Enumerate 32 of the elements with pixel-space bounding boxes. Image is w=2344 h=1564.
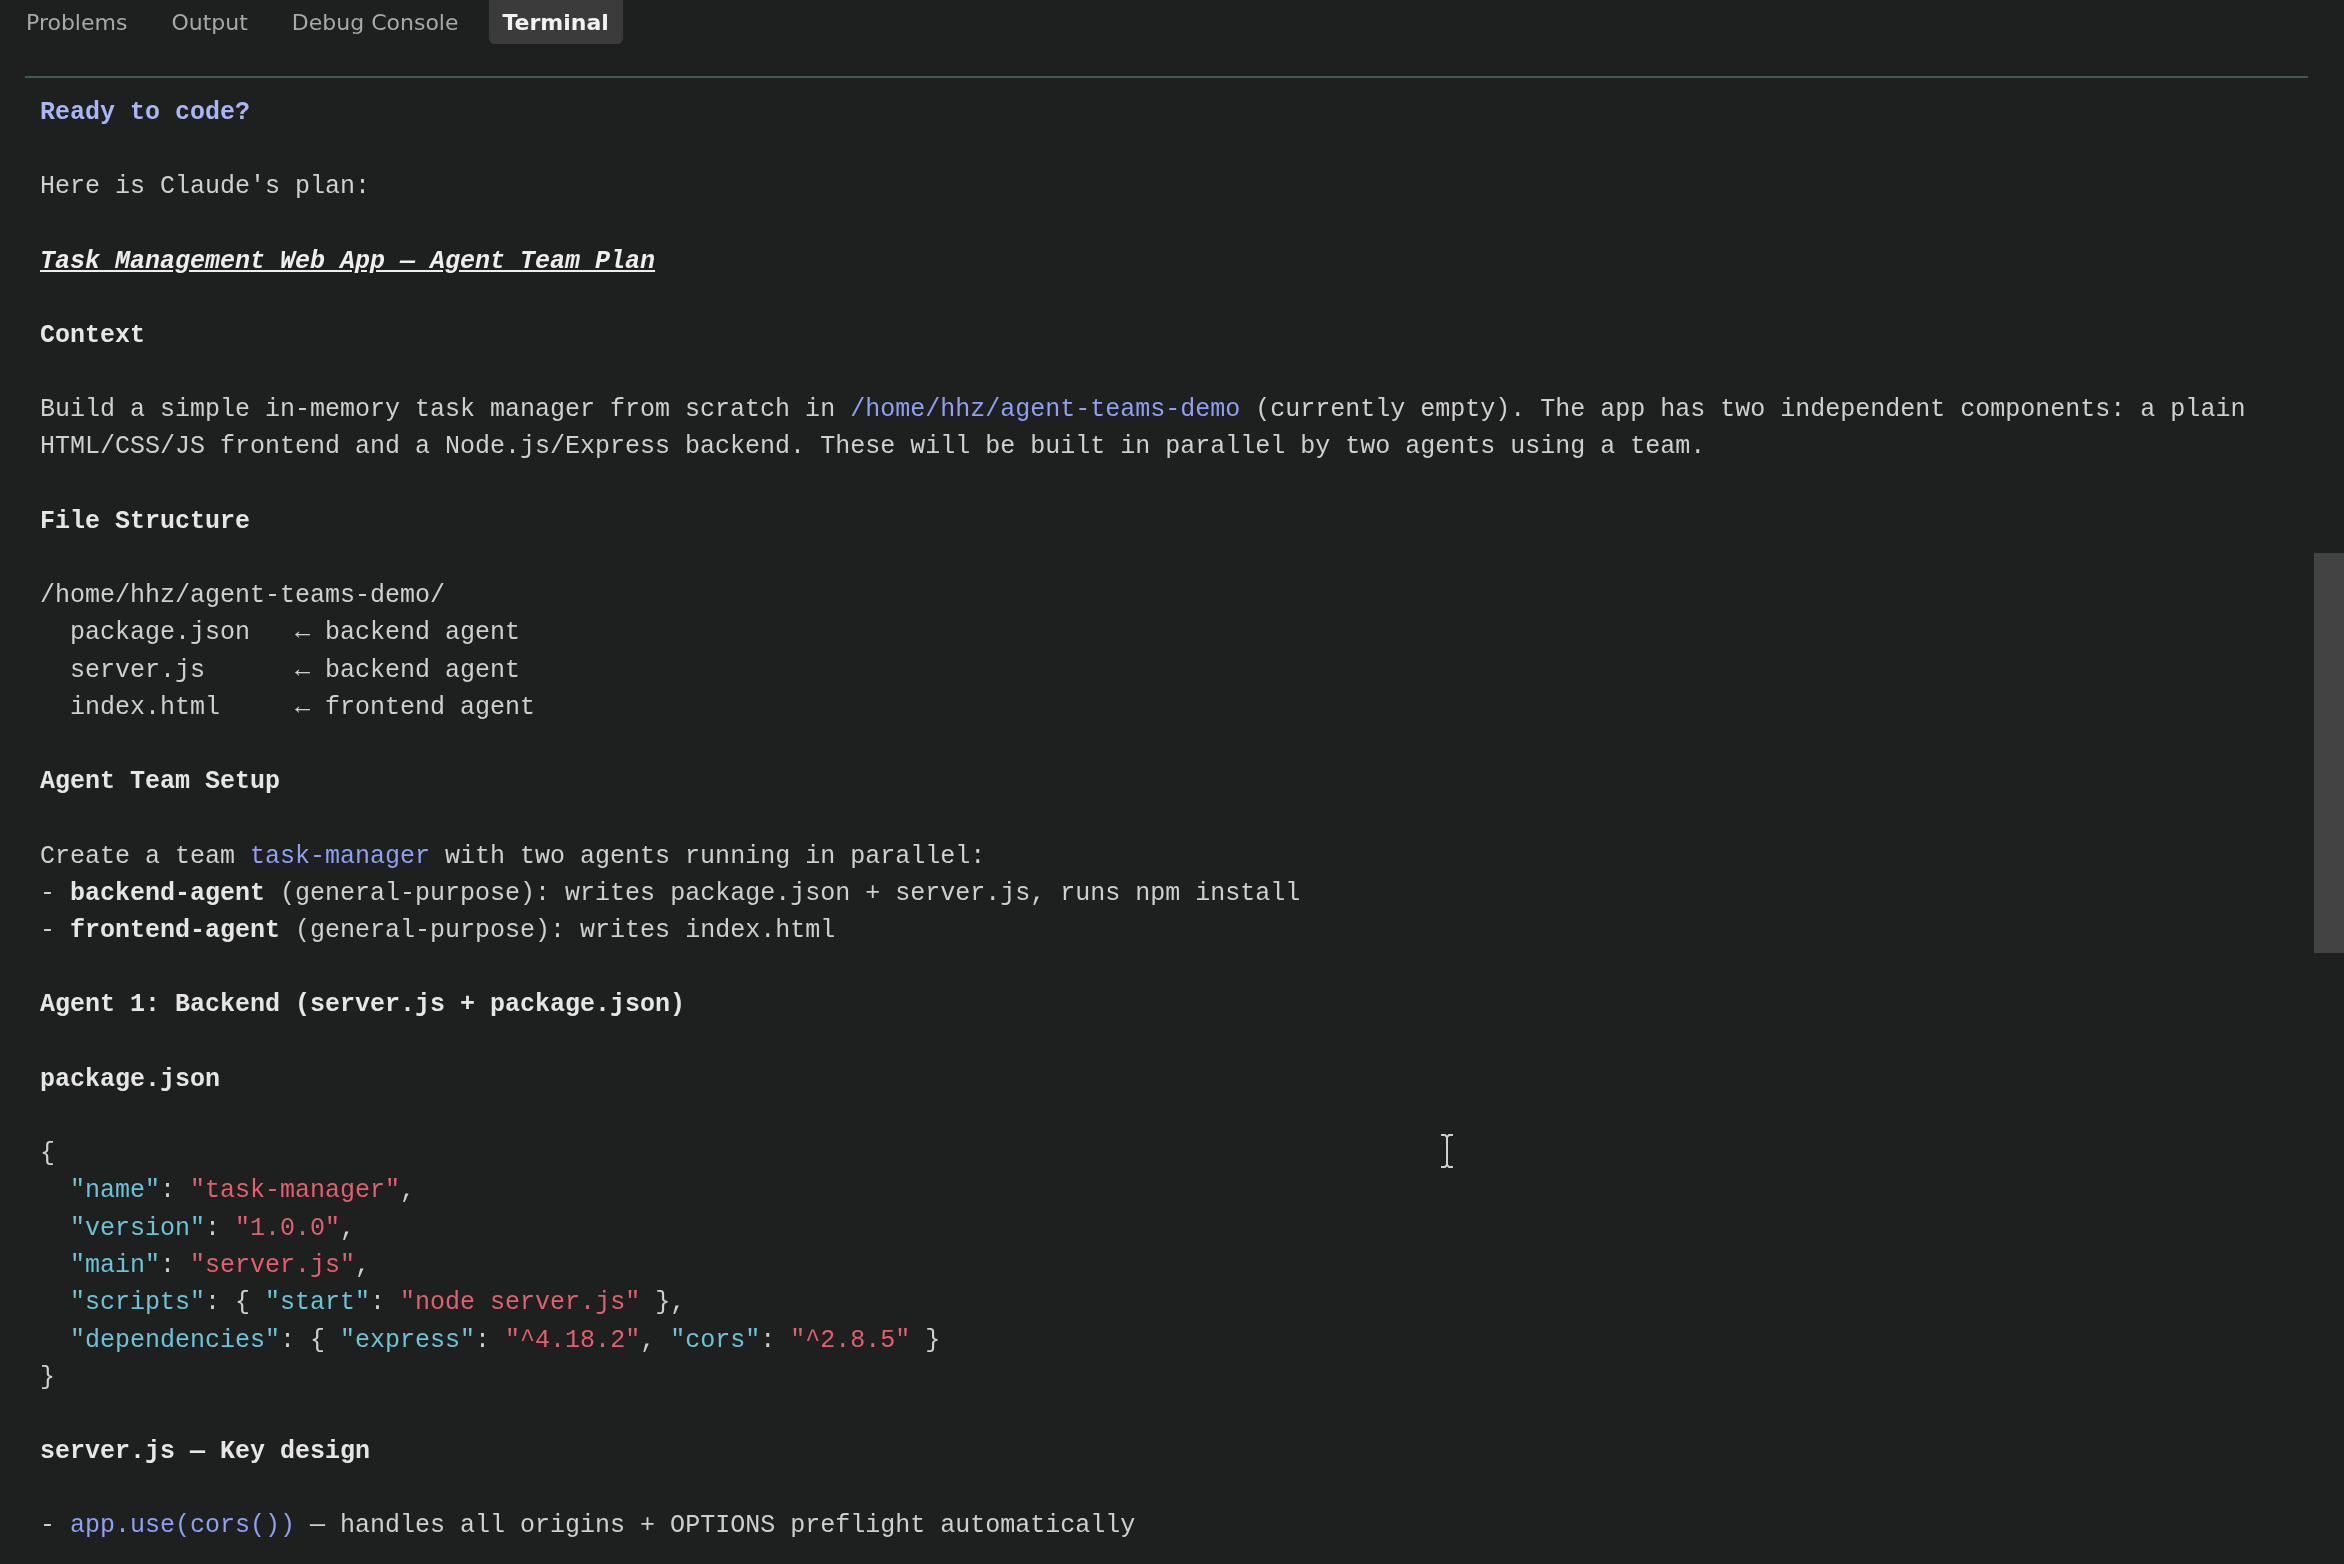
terminal-line: Agent Team Setup	[40, 766, 281, 799]
terminal-line: "dependencies": { "express": "^4.18.2", "cors": "^2.8.5" }	[69, 1324, 941, 1357]
terminal-line: Ready to code?	[40, 97, 251, 129]
terminal-line: package.json	[40, 1063, 221, 1096]
terminal-line: - app.use(cors()) — handles all origins + OPTIONS preflight automatically	[40, 1510, 1136, 1543]
terminal-line: Build a simple in-memory task manager from scratch in /home/hhz/agent-teams-demo (currently empty). The app has two independent components: a plain	[40, 394, 2246, 427]
terminal-line: Here is Claude's plan:	[40, 171, 371, 204]
terminal-line: "name": "task-manager",	[69, 1175, 416, 1208]
terminal-line: index.html ← frontend agent	[69, 691, 536, 724]
terminal-line: {	[40, 1138, 55, 1171]
terminal-line: /home/hhz/agent-teams-demo/	[40, 580, 446, 613]
text-cursor-icon	[1440, 1134, 1454, 1168]
scrollbar-thumb[interactable]	[2314, 553, 2344, 953]
terminal-line: File Structure	[40, 505, 251, 538]
terminal-line: Task Management Web App — Agent Team Plan	[40, 245, 656, 278]
terminal-line: - frontend-agent (general-purpose): writes index.html	[40, 915, 836, 948]
terminal-line: server.js — Key design	[40, 1436, 371, 1469]
terminal-line: Agent 1: Backend (server.js + package.json)	[40, 989, 686, 1022]
terminal-line: "main": "server.js",	[69, 1249, 371, 1282]
terminal-line: }	[40, 1361, 55, 1394]
panel-tab[interactable]: Problems	[12, 0, 142, 44]
panel-tab[interactable]: Output	[157, 0, 262, 44]
terminal-line: HTML/CSS/JS frontend and a Node.js/Express backend. These will be built in parallel by two agents using a team.	[40, 431, 1706, 464]
terminal-line: Create a team task-manager with two agents running in parallel:	[40, 840, 986, 873]
terminal-line: server.js ← backend agent	[69, 654, 521, 687]
terminal-line: - backend-agent (general-purpose): writes package.json + server.js, runs npm install	[40, 877, 1301, 910]
terminal-line: "scripts": { "start": "node server.js" },	[69, 1287, 686, 1320]
terminal-line: "version": "1.0.0",	[69, 1212, 356, 1245]
panel-tab[interactable]: Debug Console	[277, 0, 473, 44]
terminal-line: package.json ← backend agent	[69, 617, 521, 650]
terminal-line: Context	[40, 319, 146, 352]
panel-tab[interactable]: Terminal	[488, 0, 623, 44]
